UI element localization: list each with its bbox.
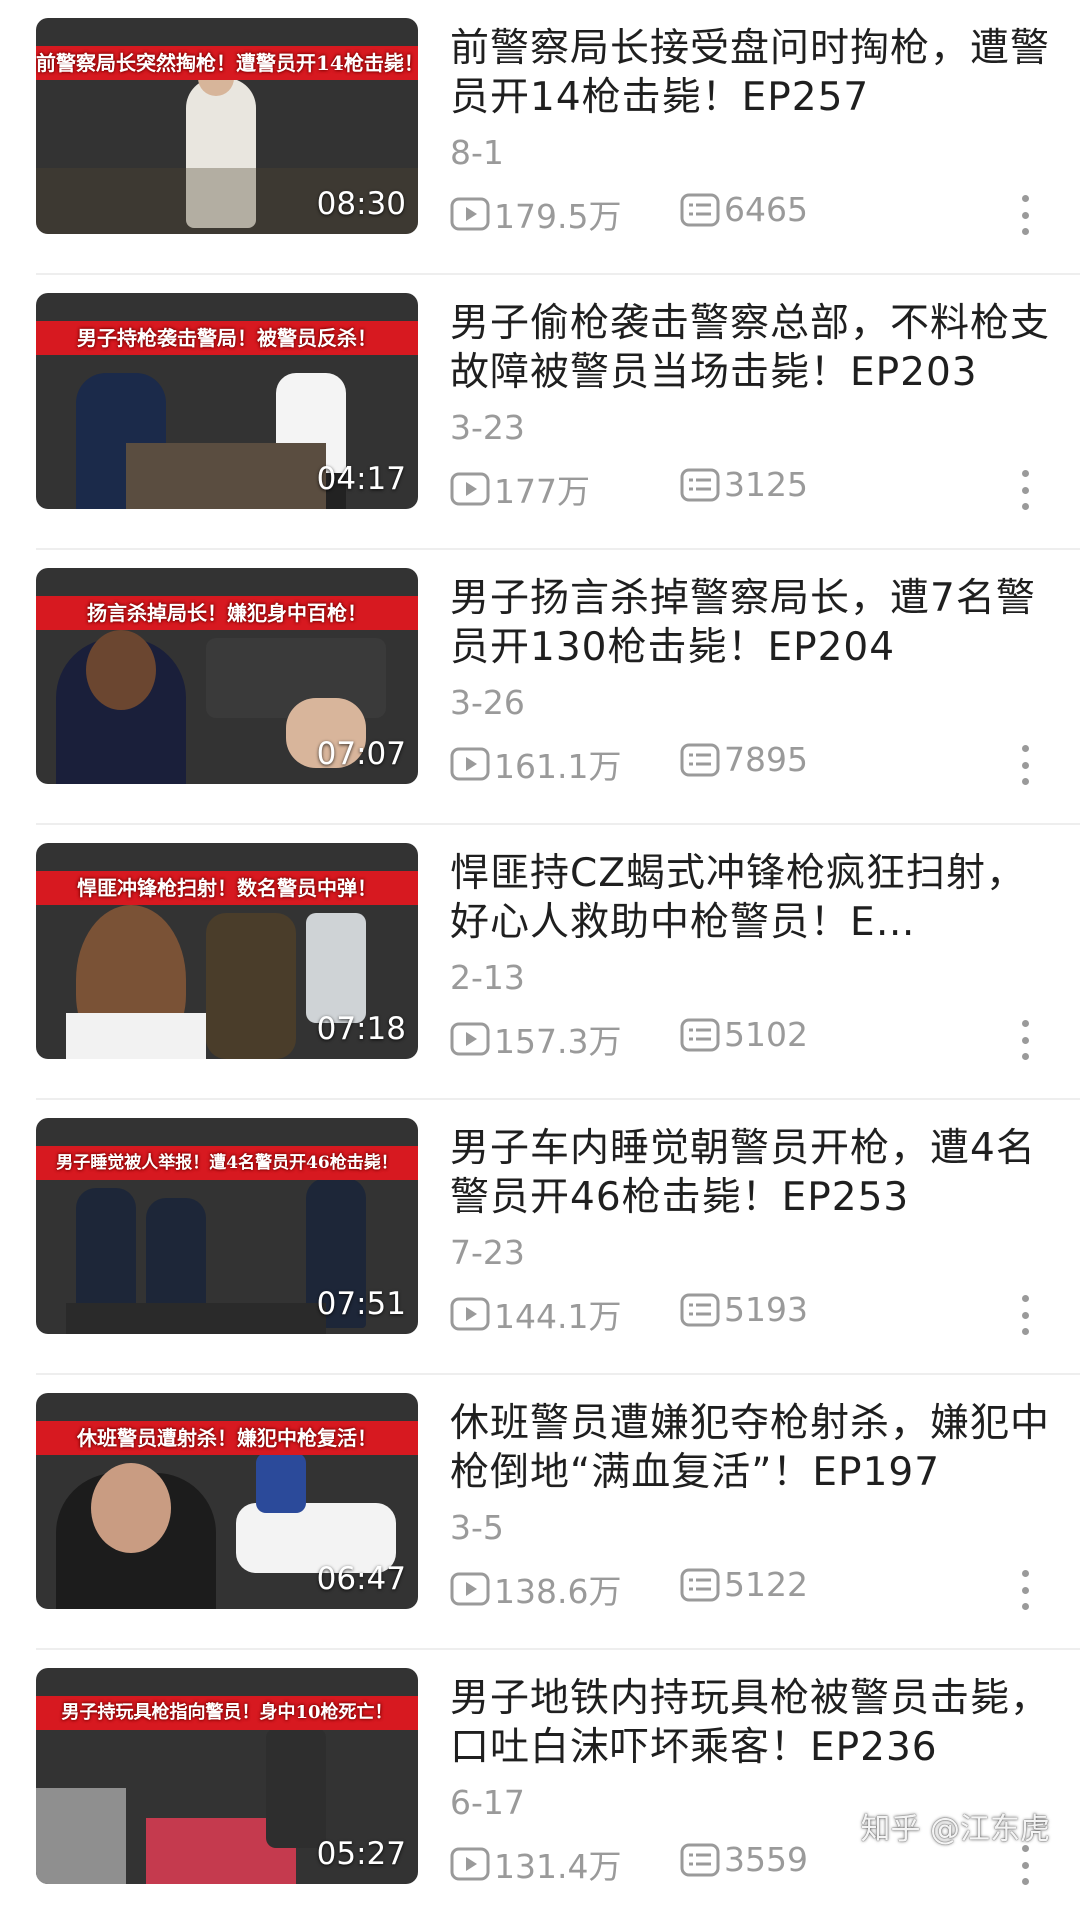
- view-count: 177万: [450, 465, 590, 513]
- danmaku-icon: [680, 1018, 720, 1051]
- danmaku-icon: [680, 1843, 720, 1876]
- publish-date: 3-23: [450, 408, 525, 447]
- video-duration: 08:30: [316, 186, 406, 222]
- thumbnail-banner: 前警察局长突然掏枪！遭警员开14枪击毙！: [36, 46, 418, 80]
- video-title[interactable]: 男子地铁内持玩具枪被警员击毙，口吐白沫吓坏乘客！EP236: [450, 1674, 1050, 1772]
- comment-count: 6465: [680, 190, 808, 229]
- video-duration: 07:18: [316, 1011, 406, 1047]
- list-item[interactable]: 休班警员遭射杀！嫌犯中枪复活！ 06:47 休班警员遭嫌犯夺枪射杀，嫌犯中枪倒地…: [0, 1375, 1080, 1650]
- publish-date: 3-5: [450, 1508, 504, 1547]
- play-icon: [450, 1022, 490, 1056]
- comment-count-value: 5102: [724, 1015, 808, 1054]
- more-options-button[interactable]: [1020, 470, 1030, 510]
- comment-count-value: 7895: [724, 740, 808, 779]
- comment-count: 5102: [680, 1015, 808, 1054]
- video-stats: 138.6万 5122: [450, 1565, 1050, 1611]
- view-count-value: 157.3万: [494, 1022, 622, 1061]
- list-item[interactable]: 男子睡觉被人举报！遭4名警员开46枪击毙！ 07:51 男子车内睡觉朝警员开枪，…: [0, 1100, 1080, 1375]
- danmaku-icon: [680, 1293, 720, 1326]
- view-count-value: 138.6万: [494, 1572, 622, 1611]
- video-duration: 05:27: [316, 1836, 406, 1872]
- video-duration: 04:17: [316, 461, 406, 497]
- video-stats: 157.3万 5102: [450, 1015, 1050, 1061]
- publish-date: 2-13: [450, 958, 525, 997]
- list-item[interactable]: 前警察局长突然掏枪！遭警员开14枪击毙！ 08:30 前警察局长接受盘问时掏枪，…: [0, 0, 1080, 275]
- view-count-value: 177万: [494, 472, 590, 511]
- video-thumbnail[interactable]: 男子持枪袭击警局！被警员反杀！ 04:17: [36, 293, 418, 509]
- more-options-button[interactable]: [1020, 195, 1030, 235]
- list-item[interactable]: 男子持枪袭击警局！被警员反杀！ 04:17 男子偷枪袭击警察总部，不料枪支故障被…: [0, 275, 1080, 550]
- more-options-button[interactable]: [1020, 745, 1030, 785]
- thumbnail-banner: 休班警员遭射杀！嫌犯中枪复活！: [36, 1421, 418, 1455]
- thumbnail-banner: 男子睡觉被人举报！遭4名警员开46枪击毙！: [36, 1146, 418, 1180]
- comment-count-value: 6465: [724, 190, 808, 229]
- comment-count: 3559: [680, 1840, 808, 1879]
- publish-date: 8-1: [450, 133, 504, 172]
- video-thumbnail[interactable]: 男子睡觉被人举报！遭4名警员开46枪击毙！ 07:51: [36, 1118, 418, 1334]
- video-stats: 179.5万 6465: [450, 190, 1050, 236]
- video-duration: 07:51: [316, 1286, 406, 1322]
- view-count-value: 179.5万: [494, 197, 622, 236]
- danmaku-icon: [680, 468, 720, 501]
- comment-count-value: 3559: [724, 1840, 808, 1879]
- view-count-value: 131.4万: [494, 1847, 622, 1886]
- comment-count-value: 5122: [724, 1565, 808, 1604]
- play-icon: [450, 1847, 490, 1881]
- play-icon: [450, 1297, 490, 1331]
- list-item[interactable]: 悍匪冲锋枪扫射！数名警员中弹！ 07:18 悍匪持CZ蝎式冲锋枪疯狂扫射，好心人…: [0, 825, 1080, 1100]
- video-title[interactable]: 悍匪持CZ蝎式冲锋枪疯狂扫射，好心人救助中枪警员！E…: [450, 849, 1050, 947]
- video-duration: 06:47: [316, 1561, 406, 1597]
- view-count: 131.4万: [450, 1840, 621, 1888]
- thumbnail-banner: 男子持枪袭击警局！被警员反杀！: [36, 321, 418, 355]
- video-thumbnail[interactable]: 男子持玩具枪指向警员！身中10枪死亡！ 05:27: [36, 1668, 418, 1884]
- comment-count: 7895: [680, 740, 808, 779]
- list-item[interactable]: 男子持玩具枪指向警员！身中10枪死亡！ 05:27 男子地铁内持玩具枪被警员击毙…: [0, 1650, 1080, 1925]
- view-count: 138.6万: [450, 1565, 621, 1613]
- video-thumbnail[interactable]: 悍匪冲锋枪扫射！数名警员中弹！ 07:18: [36, 843, 418, 1059]
- publish-date: 6-17: [450, 1783, 525, 1822]
- view-count-value: 161.1万: [494, 747, 622, 786]
- comment-count: 5122: [680, 1565, 808, 1604]
- video-title[interactable]: 男子偷枪袭击警察总部，不料枪支故障被警员当场击毙！EP203: [450, 299, 1050, 397]
- danmaku-icon: [680, 743, 720, 776]
- danmaku-icon: [680, 193, 720, 226]
- publish-date: 7-23: [450, 1233, 525, 1272]
- video-stats: 161.1万 7895: [450, 740, 1050, 786]
- view-count: 179.5万: [450, 190, 621, 238]
- play-icon: [450, 1572, 490, 1606]
- video-thumbnail[interactable]: 休班警员遭射杀！嫌犯中枪复活！ 06:47: [36, 1393, 418, 1609]
- thumbnail-banner: 扬言杀掉局长！嫌犯身中百枪！: [36, 596, 418, 630]
- view-count-value: 144.1万: [494, 1297, 622, 1336]
- video-duration: 07:07: [316, 736, 406, 772]
- video-list: 前警察局长突然掏枪！遭警员开14枪击毙！ 08:30 前警察局长接受盘问时掏枪，…: [0, 0, 1080, 1925]
- play-icon: [450, 472, 490, 506]
- more-options-button[interactable]: [1020, 1845, 1030, 1885]
- more-options-button[interactable]: [1020, 1570, 1030, 1610]
- video-stats: 177万 3125: [450, 465, 1050, 511]
- watermark: 知乎 @江东虎: [860, 1812, 1050, 1847]
- thumbnail-banner: 男子持玩具枪指向警员！身中10枪死亡！: [36, 1696, 418, 1730]
- video-thumbnail[interactable]: 前警察局长突然掏枪！遭警员开14枪击毙！ 08:30: [36, 18, 418, 234]
- video-title[interactable]: 休班警员遭嫌犯夺枪射杀，嫌犯中枪倒地“满血复活”！EP197: [450, 1399, 1050, 1497]
- comment-count-value: 5193: [724, 1290, 808, 1329]
- danmaku-icon: [680, 1568, 720, 1601]
- more-options-button[interactable]: [1020, 1020, 1030, 1060]
- video-title[interactable]: 前警察局长接受盘问时掏枪，遭警员开14枪击毙！EP257: [450, 24, 1050, 122]
- comment-count: 3125: [680, 465, 808, 504]
- play-icon: [450, 747, 490, 781]
- video-thumbnail[interactable]: 扬言杀掉局长！嫌犯身中百枪！ 07:07: [36, 568, 418, 784]
- comment-count-value: 3125: [724, 465, 808, 504]
- comment-count: 5193: [680, 1290, 808, 1329]
- view-count: 161.1万: [450, 740, 621, 788]
- more-options-button[interactable]: [1020, 1295, 1030, 1335]
- video-title[interactable]: 男子扬言杀掉警察局长，遭7名警员开130枪击毙！EP204: [450, 574, 1050, 672]
- list-item[interactable]: 扬言杀掉局长！嫌犯身中百枪！ 07:07 男子扬言杀掉警察局长，遭7名警员开13…: [0, 550, 1080, 825]
- play-icon: [450, 197, 490, 231]
- view-count: 157.3万: [450, 1015, 621, 1063]
- publish-date: 3-26: [450, 683, 525, 722]
- thumbnail-banner: 悍匪冲锋枪扫射！数名警员中弹！: [36, 871, 418, 905]
- view-count: 144.1万: [450, 1290, 621, 1338]
- video-stats: 144.1万 5193: [450, 1290, 1050, 1336]
- video-title[interactable]: 男子车内睡觉朝警员开枪，遭4名警员开46枪击毙！EP253: [450, 1124, 1050, 1222]
